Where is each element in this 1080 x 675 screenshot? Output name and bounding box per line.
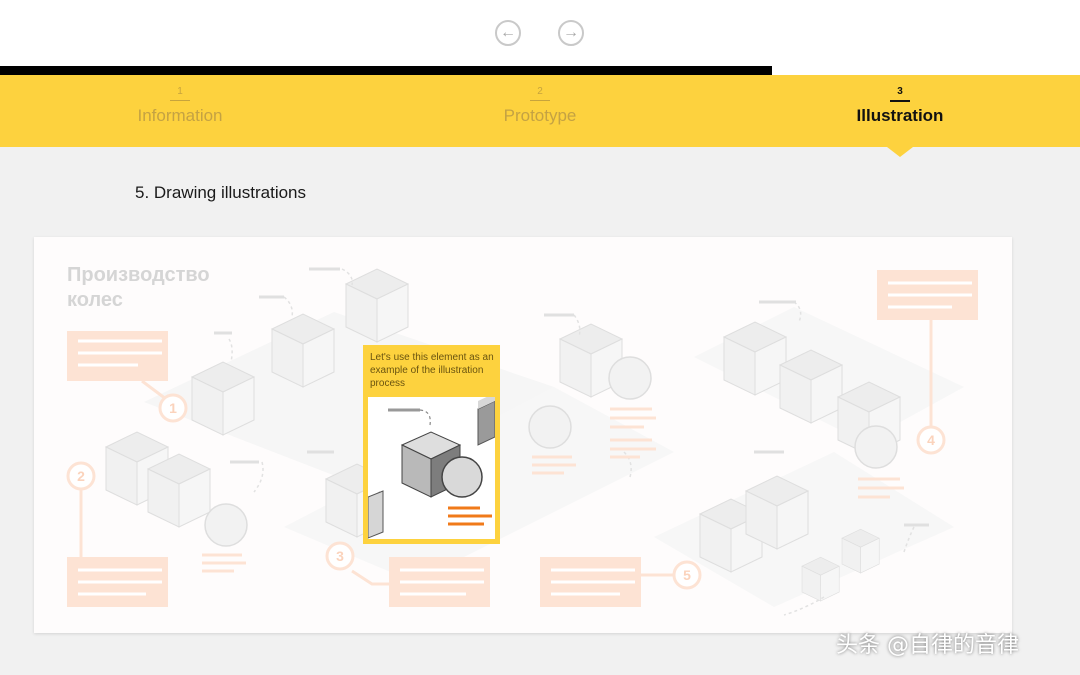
cube-shape [271,313,335,388]
prev-arrow-icon[interactable]: ← [495,20,521,46]
marker-4: 4 [927,432,935,448]
step-underline [530,100,550,101]
callout-preview [368,397,495,539]
step-underline [890,100,910,102]
active-step-caret [887,147,913,157]
illustration-title: Производство колес [67,263,267,313]
cube-shape [745,475,809,550]
next-arrow-icon[interactable]: → [558,20,584,46]
wheel-shape [204,503,248,547]
cube-shape [147,453,211,528]
step-tab-illustration[interactable]: 3 Illustration [720,75,1080,147]
cube-shape [345,268,409,343]
step-tabs: 1 Information 2 Prototype 3 Illustration [0,75,1080,147]
cube-shape [723,321,787,396]
step-label: Prototype [503,106,577,125]
wheel-shape [854,425,898,469]
step-number: 3 [897,86,903,97]
wheel-shape [608,356,652,400]
example-callout: Let's use this element as an example of … [363,345,500,544]
cube-shape [191,361,255,436]
step-number: 2 [537,86,543,97]
progress-bar-remaining [772,66,1080,75]
marker-3: 3 [336,548,344,564]
marker-1: 1 [169,400,177,416]
cube-shape [779,349,843,424]
top-bar: ← → [0,0,1080,66]
step-number: 1 [177,86,183,97]
callout-text: Let's use this element as an example of … [370,352,494,389]
step-underline [170,100,190,101]
callout-preview-drawing [368,397,495,539]
watermark-text: 头条 @自律的音律 [836,633,1019,658]
wheel-shape [528,405,572,449]
progress-bar [0,66,772,75]
step-label: Information [137,106,223,125]
illustration-title-line: Производство [67,264,210,286]
step-label: Illustration [856,106,944,125]
marker-5: 5 [683,567,691,583]
step-tab-prototype[interactable]: 2 Prototype [360,75,720,147]
illustration-card: 1 2 3 4 5 Производство колес Let's use t… [34,237,1012,633]
step-tab-information[interactable]: 1 Information [0,75,360,147]
marker-2: 2 [77,468,85,484]
section-title: 5. Drawing illustrations [135,183,307,202]
illustration-title-line: колес [67,289,123,311]
